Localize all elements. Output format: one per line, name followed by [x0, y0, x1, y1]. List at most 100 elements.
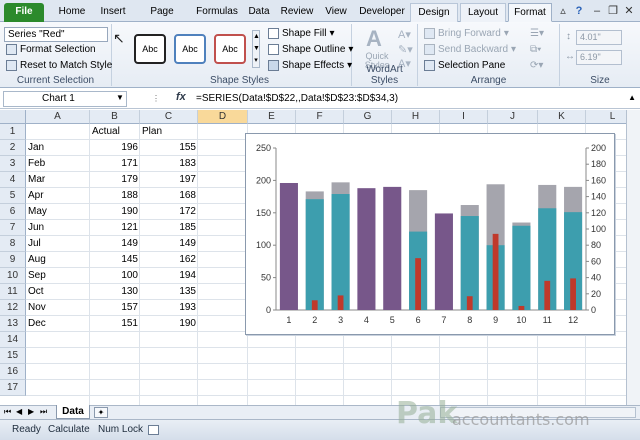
- tab-home[interactable]: Home: [52, 3, 92, 22]
- cell[interactable]: 168: [140, 188, 198, 204]
- cell[interactable]: Jan: [26, 140, 90, 156]
- send-backward-button[interactable]: Send Backward ▾: [424, 44, 516, 55]
- selection-pane-button[interactable]: Selection Pane: [424, 60, 505, 71]
- cell[interactable]: 145: [90, 252, 140, 268]
- sheet-nav-prev-icon[interactable]: ◀: [16, 407, 22, 416]
- row-header[interactable]: 10: [0, 268, 26, 284]
- cell[interactable]: Actual: [90, 124, 140, 140]
- shape-outline-button[interactable]: Shape Outline ▾: [268, 44, 353, 55]
- cell[interactable]: 149: [90, 236, 140, 252]
- row-header[interactable]: 9: [0, 252, 26, 268]
- sheet-nav-first-icon[interactable]: ⏮: [4, 407, 11, 417]
- cell[interactable]: Dec: [26, 316, 90, 332]
- tab-design[interactable]: Design: [410, 3, 458, 22]
- window-close-icon[interactable]: ✕: [622, 4, 636, 18]
- cell[interactable]: 135: [140, 284, 198, 300]
- cell[interactable]: Mar: [26, 172, 90, 188]
- row-header[interactable]: 3: [0, 156, 26, 172]
- group-icon[interactable]: ⧉▾: [530, 44, 541, 55]
- cell[interactable]: Oct: [26, 284, 90, 300]
- cell[interactable]: Jun: [26, 220, 90, 236]
- align-icon[interactable]: ☰▾: [530, 28, 544, 39]
- column-header[interactable]: E: [248, 110, 296, 124]
- tab-data[interactable]: Data: [244, 3, 274, 22]
- format-selection-button[interactable]: Format Selection: [6, 44, 96, 55]
- macro-record-icon[interactable]: [148, 425, 159, 435]
- text-outline-icon[interactable]: ✎▾: [398, 43, 413, 56]
- expand-formula-bar-icon[interactable]: ▲: [628, 93, 636, 102]
- cell[interactable]: 194: [140, 268, 198, 284]
- reset-to-match-style-button[interactable]: Reset to Match Style: [6, 60, 112, 71]
- column-header[interactable]: J: [488, 110, 538, 124]
- cell[interactable]: Sep: [26, 268, 90, 284]
- cell[interactable]: 185: [140, 220, 198, 236]
- cell[interactable]: 196: [90, 140, 140, 156]
- cell[interactable]: 100: [90, 268, 140, 284]
- sheet-nav-next-icon[interactable]: ▶: [28, 407, 34, 416]
- shape-fill-button[interactable]: Shape Fill ▾: [268, 28, 335, 39]
- column-header[interactable]: I: [440, 110, 488, 124]
- name-box-dropdown-icon[interactable]: ▼: [116, 93, 124, 102]
- formula-bar-splitter[interactable]: ⋮: [152, 94, 160, 103]
- cell[interactable]: Aug: [26, 252, 90, 268]
- cell[interactable]: 190: [90, 204, 140, 220]
- cell[interactable]: 190: [140, 316, 198, 332]
- window-minimize-icon[interactable]: –: [590, 4, 604, 18]
- cell[interactable]: 171: [90, 156, 140, 172]
- column-header[interactable]: F: [296, 110, 344, 124]
- shape-style-red[interactable]: Abc: [214, 34, 246, 64]
- rotate-icon[interactable]: ⟳▾: [530, 60, 543, 71]
- row-header[interactable]: 14: [0, 332, 26, 348]
- tab-view[interactable]: View: [320, 3, 352, 22]
- column-header[interactable]: K: [538, 110, 586, 124]
- text-fill-icon[interactable]: A▾: [398, 28, 411, 41]
- sheet-tab-data[interactable]: Data: [56, 405, 90, 419]
- shape-width-input[interactable]: 6.19": [576, 50, 622, 65]
- cell[interactable]: 162: [140, 252, 198, 268]
- row-header[interactable]: 6: [0, 204, 26, 220]
- cell[interactable]: 188: [90, 188, 140, 204]
- row-header[interactable]: 4: [0, 172, 26, 188]
- tab-file[interactable]: File: [4, 3, 44, 22]
- name-box[interactable]: Chart 1: [3, 91, 127, 107]
- cell[interactable]: 130: [90, 284, 140, 300]
- column-header[interactable]: B: [90, 110, 140, 124]
- cell[interactable]: Feb: [26, 156, 90, 172]
- styles-gallery-scroll[interactable]: ▲ ▼ ▾: [252, 30, 260, 68]
- cell[interactable]: May: [26, 204, 90, 220]
- cell[interactable]: 179: [90, 172, 140, 188]
- tab-layout[interactable]: Layout: [460, 3, 506, 22]
- cell[interactable]: 197: [140, 172, 198, 188]
- column-header[interactable]: C: [140, 110, 198, 124]
- window-restore-icon[interactable]: ❐: [606, 4, 620, 18]
- shape-style-blue[interactable]: Abc: [174, 34, 206, 64]
- bring-forward-button[interactable]: Bring Forward ▾: [424, 28, 509, 39]
- cell[interactable]: Nov: [26, 300, 90, 316]
- insert-function-icon[interactable]: fx: [176, 91, 186, 103]
- row-header[interactable]: 16: [0, 364, 26, 380]
- row-header[interactable]: 1: [0, 124, 26, 140]
- cell[interactable]: 155: [140, 140, 198, 156]
- cell[interactable]: Apr: [26, 188, 90, 204]
- minimize-ribbon-icon[interactable]: ▵: [556, 4, 570, 18]
- cell[interactable]: 157: [90, 300, 140, 316]
- vertical-scrollbar[interactable]: [626, 110, 640, 405]
- row-header[interactable]: 8: [0, 236, 26, 252]
- column-header[interactable]: A: [26, 110, 90, 124]
- chart-1[interactable]: 0 50 100 150 200 250 0 20 40 60 80 100 120 140 160 180 2…: [245, 133, 615, 335]
- row-header[interactable]: 17: [0, 380, 26, 396]
- help-icon[interactable]: ?: [572, 4, 586, 18]
- sheet-nav-last-icon[interactable]: ⏭: [40, 407, 47, 417]
- shape-height-input[interactable]: 4.01": [576, 30, 622, 45]
- cell[interactable]: 193: [140, 300, 198, 316]
- cell[interactable]: 183: [140, 156, 198, 172]
- formula-input[interactable]: =SERIES(Data!$D$22,,Data!$D$23:$D$34,3): [196, 90, 624, 108]
- cell[interactable]: 149: [140, 236, 198, 252]
- select-all-corner[interactable]: [0, 110, 26, 124]
- cell[interactable]: 151: [90, 316, 140, 332]
- row-header[interactable]: 15: [0, 348, 26, 364]
- row-header[interactable]: 2: [0, 140, 26, 156]
- tab-formulas[interactable]: Formulas: [194, 3, 240, 22]
- cell[interactable]: 172: [140, 204, 198, 220]
- shape-style-black[interactable]: Abc: [134, 34, 166, 64]
